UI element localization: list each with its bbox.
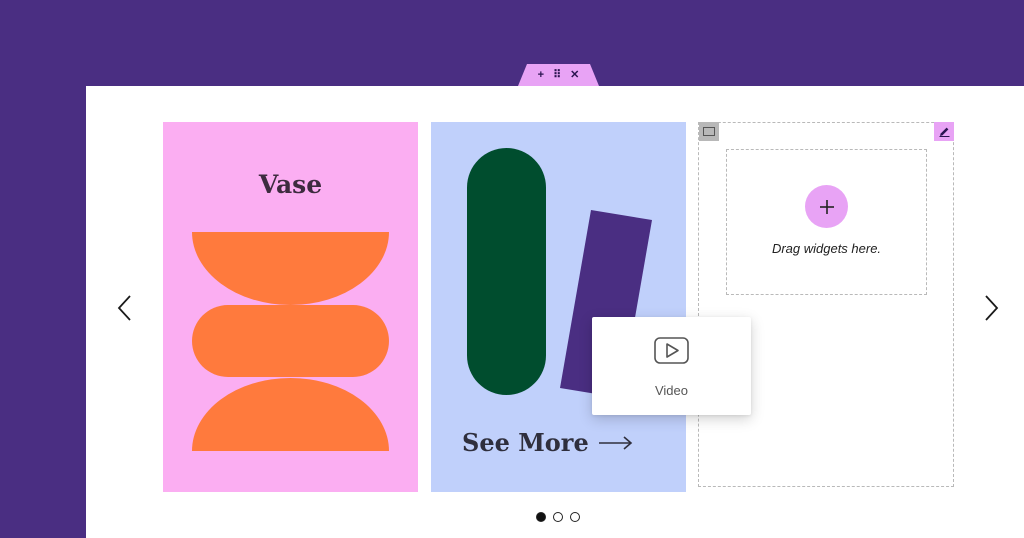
delete-section-button[interactable]: ✕ <box>570 69 579 81</box>
add-section-button[interactable]: + <box>538 69 544 81</box>
see-more-link[interactable]: See More <box>462 428 633 457</box>
carousel-slide-see-more[interactable]: See More <box>431 122 686 492</box>
chevron-right-icon[interactable] <box>982 294 1000 322</box>
add-widget-button[interactable] <box>805 185 848 228</box>
chevron-left-icon[interactable] <box>116 294 134 322</box>
video-play-icon <box>654 337 689 364</box>
vase-illustration <box>192 232 389 451</box>
carousel-slide-vase[interactable]: Vase <box>163 122 418 492</box>
plus-icon <box>819 199 834 214</box>
pagination-dot[interactable] <box>553 512 563 522</box>
arrow-right-icon <box>598 435 632 450</box>
pagination-dot[interactable] <box>570 512 580 522</box>
carousel-pagination <box>536 512 580 522</box>
video-widget-card[interactable]: Video <box>592 317 751 415</box>
edit-pencil-icon[interactable] <box>934 122 954 141</box>
video-widget-label: Video <box>654 383 688 398</box>
drag-handle-icon[interactable]: ⠿ <box>553 69 561 81</box>
drop-zone-hint: Drag widgets here. <box>771 241 882 256</box>
slide-type-icon[interactable] <box>699 122 719 141</box>
pagination-dot[interactable] <box>536 512 546 522</box>
section-toolbar: + ⠿ ✕ <box>518 64 599 86</box>
see-more-label: See More <box>462 428 589 457</box>
